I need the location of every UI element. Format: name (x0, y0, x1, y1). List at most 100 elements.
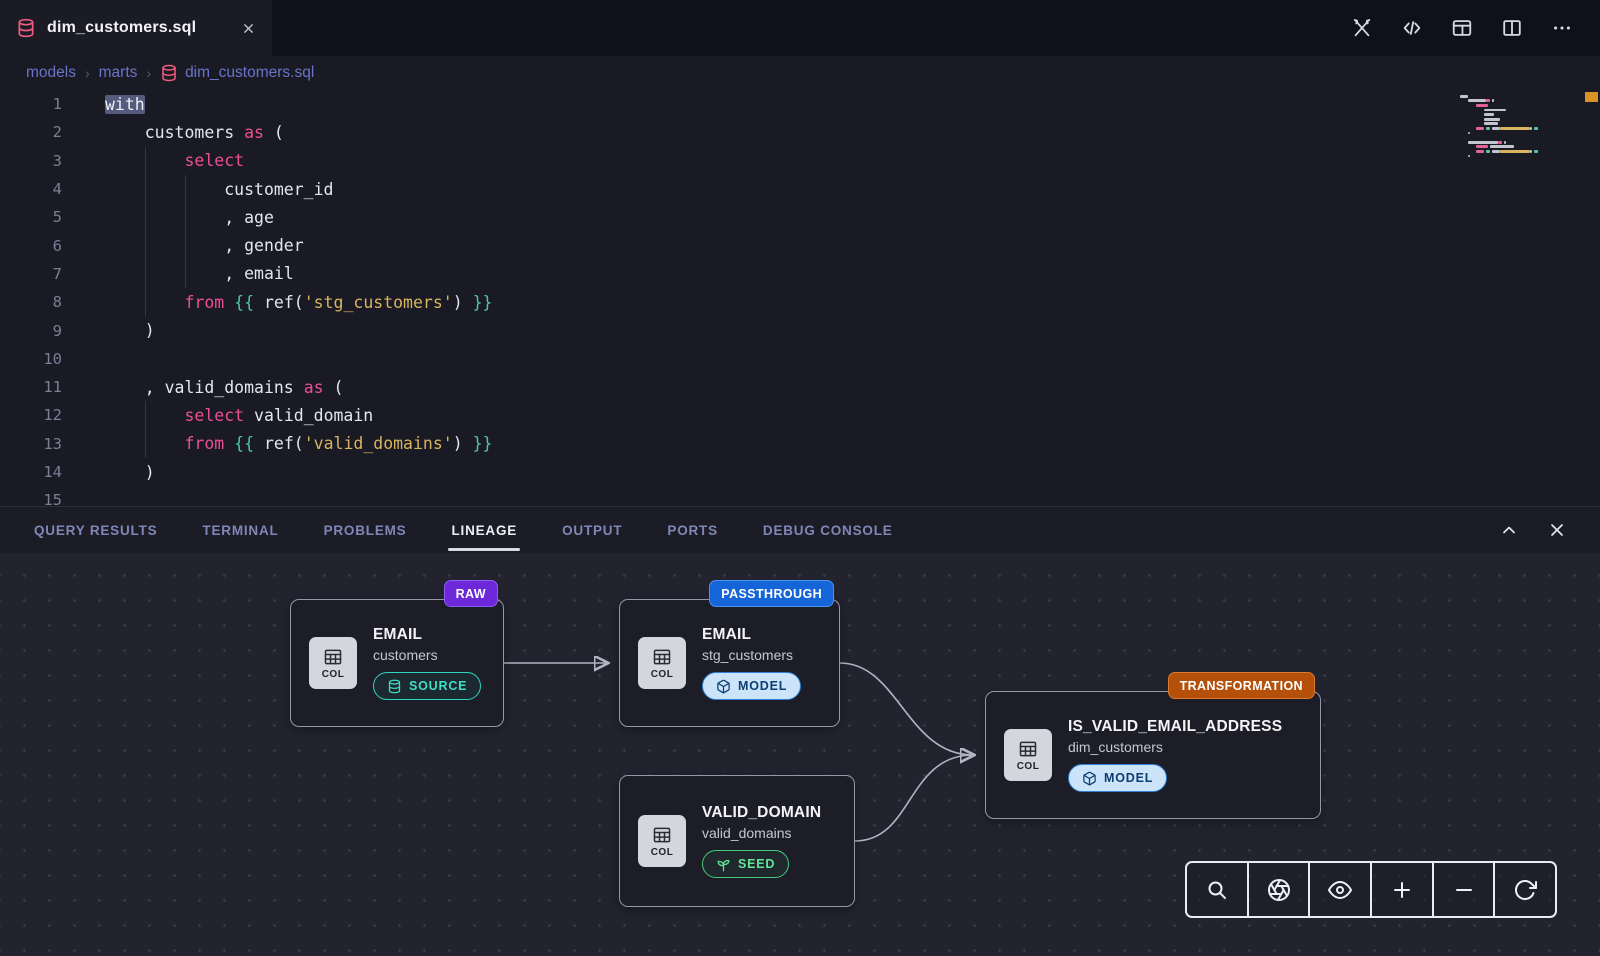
panel-tab-query-results[interactable]: QUERY RESULTS (34, 523, 157, 538)
code-line: 8 from {{ ref('stg_customers') }} (0, 288, 1600, 316)
code-line: 4 customer_id (0, 175, 1600, 203)
lineage-search-button[interactable] (1187, 863, 1247, 916)
column-chip-label: COL (651, 669, 674, 680)
node-text: VALID_DOMAINvalid_domainsSEED (702, 804, 821, 878)
node-subtitle: customers (373, 647, 438, 663)
code-text: , age (105, 208, 274, 227)
panel-tabs: QUERY RESULTS TERMINAL PROBLEMS LINEAGE OUTP… (34, 523, 893, 538)
lineage-node-valid_domains[interactable]: COLVALID_DOMAINvalid_domainsSEED (619, 775, 855, 907)
badge-label: MODEL (738, 679, 787, 693)
column-chip-label: COL (1017, 761, 1040, 772)
database-icon (387, 679, 402, 694)
lineage-node-stg_customers[interactable]: PASSTHROUGHCOLEMAILstg_customersMODEL (619, 599, 840, 727)
indent-guide (145, 401, 146, 458)
line-number: 15 (0, 491, 105, 506)
minimap-line (1460, 158, 1564, 163)
line-number: 2 (0, 123, 105, 141)
code-line: 5 , age (0, 203, 1600, 231)
minimap[interactable] (1460, 94, 1564, 163)
column-chip-label: COL (651, 847, 674, 858)
panel-tab-lineage[interactable]: LINEAGE (451, 523, 517, 538)
lineage-toolbar (1185, 861, 1557, 918)
line-number: 6 (0, 237, 105, 255)
panel-chevron-up-button[interactable] (1496, 517, 1522, 543)
panel-tab-problems[interactable]: PROBLEMS (324, 523, 407, 538)
node-badge-seed: SEED (702, 850, 789, 878)
code-text: with (105, 95, 145, 114)
aperture-icon (1267, 878, 1291, 902)
code-line: 12 select valid_domain (0, 401, 1600, 429)
node-title: IS_VALID_EMAIL_ADDRESS (1068, 718, 1282, 736)
code-line: 15 (0, 486, 1600, 506)
line-number: 5 (0, 208, 105, 226)
plus-icon (1390, 878, 1414, 902)
database-icon (16, 18, 36, 38)
titlebar-more-button[interactable] (1548, 14, 1576, 42)
eye-icon (1328, 878, 1352, 902)
breadcrumb-separator: › (85, 65, 90, 81)
code-text: ) (105, 463, 155, 482)
breadcrumb-item-models[interactable]: models (26, 64, 76, 82)
breadcrumb-label: dim_customers.sql (185, 64, 314, 82)
breadcrumb-label: models (26, 64, 76, 82)
lineage-aperture-button[interactable] (1247, 863, 1309, 916)
badge-label: SOURCE (409, 679, 467, 693)
lineage-plus-button[interactable] (1370, 863, 1432, 916)
code-line: 9 ) (0, 316, 1600, 344)
lineage-node-customers[interactable]: RAWCOLEMAILcustomersSOURCE (290, 599, 504, 727)
editor[interactable]: 1with2 customers as (3 select4 customer_… (0, 90, 1600, 506)
line-number: 9 (0, 322, 105, 340)
code-line: 13 from {{ ref('valid_domains') }} (0, 430, 1600, 458)
breadcrumb-item-dim_customers-sql[interactable]: dim_customers.sql (160, 64, 314, 82)
table-icon (652, 825, 672, 845)
panel-tab-debug-console[interactable]: DEBUG CONSOLE (763, 523, 893, 538)
split-editor-icon (1501, 17, 1523, 39)
cube-icon (716, 679, 731, 694)
node-tag-transformation: TRANSFORMATION (1168, 672, 1315, 699)
lineage-node-dim_customers[interactable]: TRANSFORMATIONCOLIS_VALID_EMAIL_ADDRESSd… (985, 691, 1321, 819)
node-subtitle: valid_domains (702, 825, 792, 841)
more-icon (1551, 17, 1573, 39)
lineage-minus-button[interactable] (1432, 863, 1494, 916)
code-text: , gender (105, 236, 304, 255)
code-line: 3 select (0, 147, 1600, 175)
titlebar-code-tags-button[interactable] (1398, 14, 1426, 42)
code-text: customers as ( (105, 123, 284, 142)
node-subtitle: stg_customers (702, 647, 793, 663)
titlebar-split-editor-button[interactable] (1498, 14, 1526, 42)
breadcrumb-label: marts (99, 64, 138, 82)
line-number: 11 (0, 378, 105, 396)
column-chip: COL (309, 637, 357, 689)
node-tag-raw: RAW (444, 580, 498, 607)
code-line: 6 , gender (0, 231, 1600, 259)
node-text: IS_VALID_EMAIL_ADDRESSdim_customersMODEL (1068, 718, 1282, 792)
code-text: , valid_domains as ( (105, 378, 343, 397)
node-tag-passthrough: PASSTHROUGH (709, 580, 834, 607)
editor-tab[interactable]: dim_customers.sql (0, 0, 272, 56)
lineage-canvas[interactable]: RAWCOLEMAILcustomersSOURCEPASSTHROUGHCOL… (0, 553, 1600, 956)
breadcrumb: models›marts›dim_customers.sql (0, 56, 1600, 90)
lineage-eye-button[interactable] (1308, 863, 1370, 916)
titlebar-layout-table-button[interactable] (1448, 14, 1476, 42)
panel-tab-terminal[interactable]: TERMINAL (202, 523, 278, 538)
panel-tabbar: QUERY RESULTS TERMINAL PROBLEMS LINEAGE OUTP… (0, 506, 1600, 553)
panel-tab-output[interactable]: OUTPUT (562, 523, 622, 538)
code-text: from {{ ref('valid_domains') }} (105, 434, 492, 453)
line-number: 12 (0, 406, 105, 424)
code-text: , email (105, 264, 294, 283)
code-text: select (105, 151, 244, 170)
tab-close-button[interactable] (241, 21, 256, 36)
column-chip: COL (638, 815, 686, 867)
lineage-refresh-button[interactable] (1493, 863, 1555, 916)
line-number: 8 (0, 293, 105, 311)
code-line: 14 ) (0, 458, 1600, 486)
line-number: 13 (0, 435, 105, 453)
panel-tab-ports[interactable]: PORTS (667, 523, 718, 538)
line-number: 3 (0, 152, 105, 170)
minimap-warning-marker (1585, 92, 1598, 102)
breadcrumb-item-marts[interactable]: marts (99, 64, 138, 82)
titlebar-crossed-tools-button[interactable] (1348, 14, 1376, 42)
layout-table-icon (1451, 17, 1473, 39)
panel-close-button[interactable] (1544, 517, 1570, 543)
line-number: 1 (0, 95, 105, 113)
